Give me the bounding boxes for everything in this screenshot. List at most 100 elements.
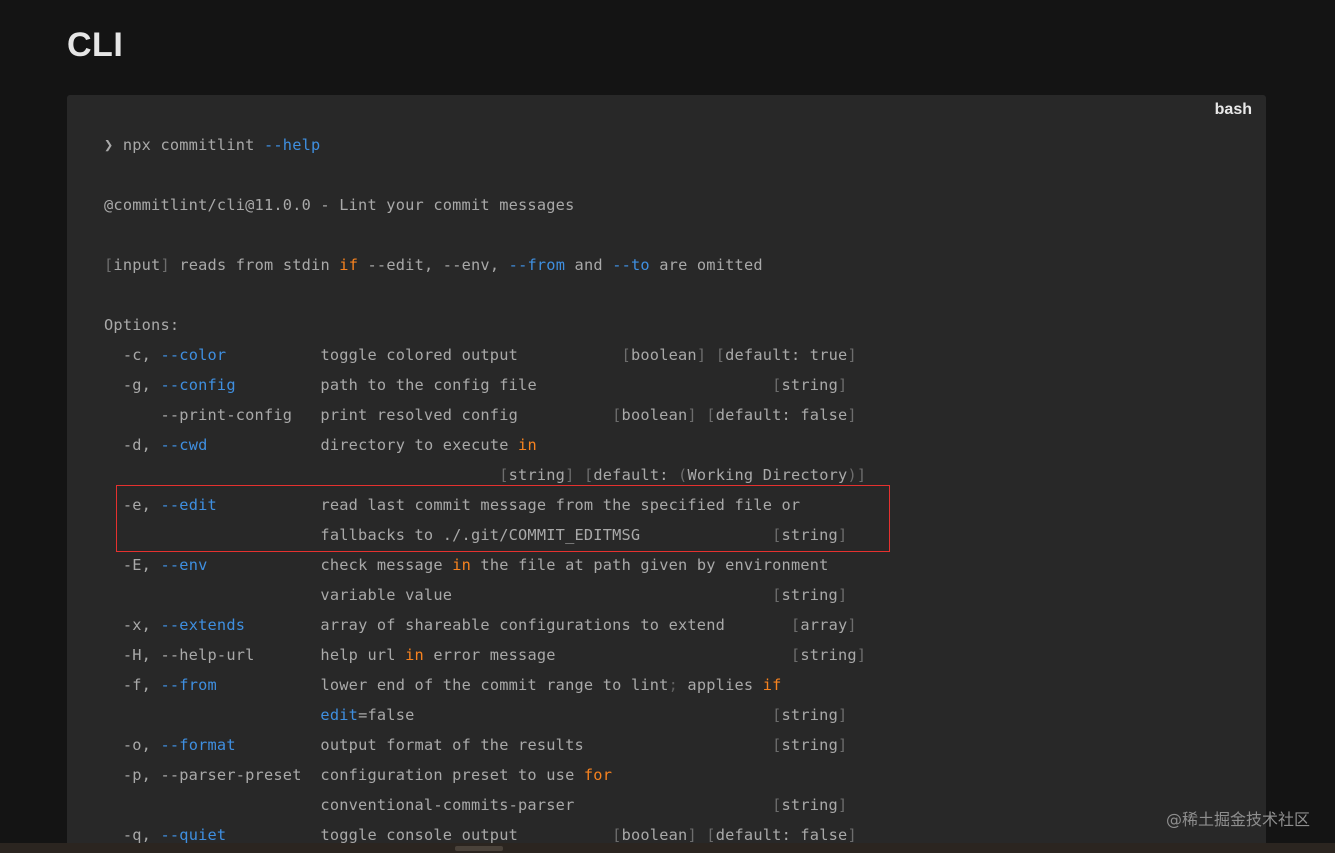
page: CLI bash ❯ npx commitlint --help @commit… <box>0 0 1335 853</box>
code-token: --to <box>612 256 650 274</box>
code-line: -d, --cwd directory to execute in <box>104 430 866 460</box>
code-token: Working Directory <box>687 466 848 484</box>
code-token: ] <box>847 616 857 634</box>
code-token: ] <box>847 346 857 364</box>
scrollbar-thumb[interactable] <box>455 846 503 851</box>
code-token: -d, <box>104 436 161 454</box>
code-token: if <box>339 256 359 274</box>
code-token: reads from stdin <box>169 256 340 274</box>
code-token: --cwd <box>160 436 208 454</box>
code-token: --format <box>160 736 236 754</box>
code-token: ] <box>847 406 857 424</box>
code-token: array of shareable configurations to ext… <box>245 616 791 634</box>
code-block[interactable]: bash ❯ npx commitlint --help @commitlint… <box>67 95 1266 853</box>
code-token: [ <box>772 736 782 754</box>
code-token: ; <box>668 676 679 694</box>
code-token: -c, <box>104 346 161 364</box>
language-label: bash <box>1214 101 1252 118</box>
code-token: and <box>565 256 613 274</box>
code-token: -g, <box>104 376 161 394</box>
code-token: variable value <box>104 586 773 604</box>
watermark: @稀土掘金技术社区 <box>1165 810 1310 829</box>
code-token: --from <box>508 256 566 274</box>
horizontal-scrollbar[interactable] <box>0 843 1335 853</box>
code-token: ] <box>160 256 170 274</box>
code-token: in <box>518 436 537 454</box>
code-token: -x, <box>104 616 161 634</box>
code-token: toggle colored output <box>226 346 622 364</box>
code-token: [ <box>772 376 782 394</box>
code-token: error message <box>423 646 791 664</box>
code-token: output format of the results <box>235 736 773 754</box>
code-token: ] <box>847 826 857 844</box>
code-line: -g, --config path to the config file [st… <box>104 370 866 400</box>
code-token: for <box>583 766 613 784</box>
code-token: fallbacks to ./.git/COMMIT_EDITMSG <box>104 526 773 544</box>
code-token: [ <box>772 796 782 814</box>
code-token: string <box>781 376 838 394</box>
code-token: --color <box>160 346 227 364</box>
code-token: --config <box>160 376 236 394</box>
code-line: ❯ npx commitlint --help <box>104 130 866 160</box>
code-token: ) <box>847 466 857 484</box>
code-token: [ <box>772 706 782 724</box>
code-token: -E, <box>104 556 161 574</box>
code-token: [ <box>790 646 801 664</box>
code-token: ] <box>837 376 848 394</box>
code-line: -E, --env check message in the file at p… <box>104 550 866 580</box>
code-token: boolean <box>630 346 697 364</box>
code-token: ] <box>696 346 707 364</box>
code-token: array <box>800 616 848 634</box>
code-token: --quiet <box>160 826 227 844</box>
code-token: [ <box>790 616 801 634</box>
code-token: --print-config print resolved config <box>104 406 613 424</box>
code-token: if <box>762 676 782 694</box>
code-line: -p, --parser-preset configuration preset… <box>104 760 866 790</box>
code-token: [ <box>499 466 509 484</box>
code-token: boolean <box>621 406 688 424</box>
code-content[interactable]: ❯ npx commitlint --help @commitlint/cli@… <box>104 130 866 850</box>
code-token: Options: <box>104 316 180 334</box>
code-line: -H, --help-url help url in error message… <box>104 640 866 670</box>
code-token: -f, <box>104 676 161 694</box>
code-line: -x, --extends array of shareable configu… <box>104 610 866 640</box>
code-line: conventional-commits-parser [string] <box>104 790 866 820</box>
code-token: --edit <box>160 496 217 514</box>
code-token: ] <box>837 706 848 724</box>
code-token: read last commit message from the specif… <box>216 496 801 514</box>
code-token: ] <box>687 406 697 424</box>
code-token: edit <box>320 706 359 724</box>
code-token: are omitted <box>649 256 763 274</box>
code-token: toggle console output <box>226 826 613 844</box>
code-token: --from <box>160 676 217 694</box>
code-line: fallbacks to ./.git/COMMIT_EDITMSG [stri… <box>104 520 866 550</box>
code-token: -o, <box>104 736 161 754</box>
code-token: ] <box>837 796 848 814</box>
code-token: input <box>113 256 161 274</box>
code-line: -o, --format output format of the result… <box>104 730 866 760</box>
code-token: --help <box>263 136 321 154</box>
code-token: [ <box>583 466 594 484</box>
code-token: default: <box>593 466 679 484</box>
code-line: @commitlint/cli@11.0.0 - Lint your commi… <box>104 190 866 220</box>
code-token: -H, --help-url help url <box>104 646 406 664</box>
code-token: string <box>781 526 838 544</box>
code-token: [ <box>706 406 716 424</box>
code-token: [ <box>612 826 622 844</box>
code-token: conventional-commits-parser <box>104 796 773 814</box>
code-token: path to the config file <box>235 376 773 394</box>
code-token: lower end of the commit range to lint <box>216 676 669 694</box>
code-token: in <box>405 646 424 664</box>
code-token: check message <box>207 556 453 574</box>
code-token: --env <box>160 556 208 574</box>
code-token: default: false <box>715 826 848 844</box>
code-line: --print-config print resolved config [ bo… <box>104 400 866 430</box>
code-line: [string] [default: (Working Directory)] <box>104 460 866 490</box>
